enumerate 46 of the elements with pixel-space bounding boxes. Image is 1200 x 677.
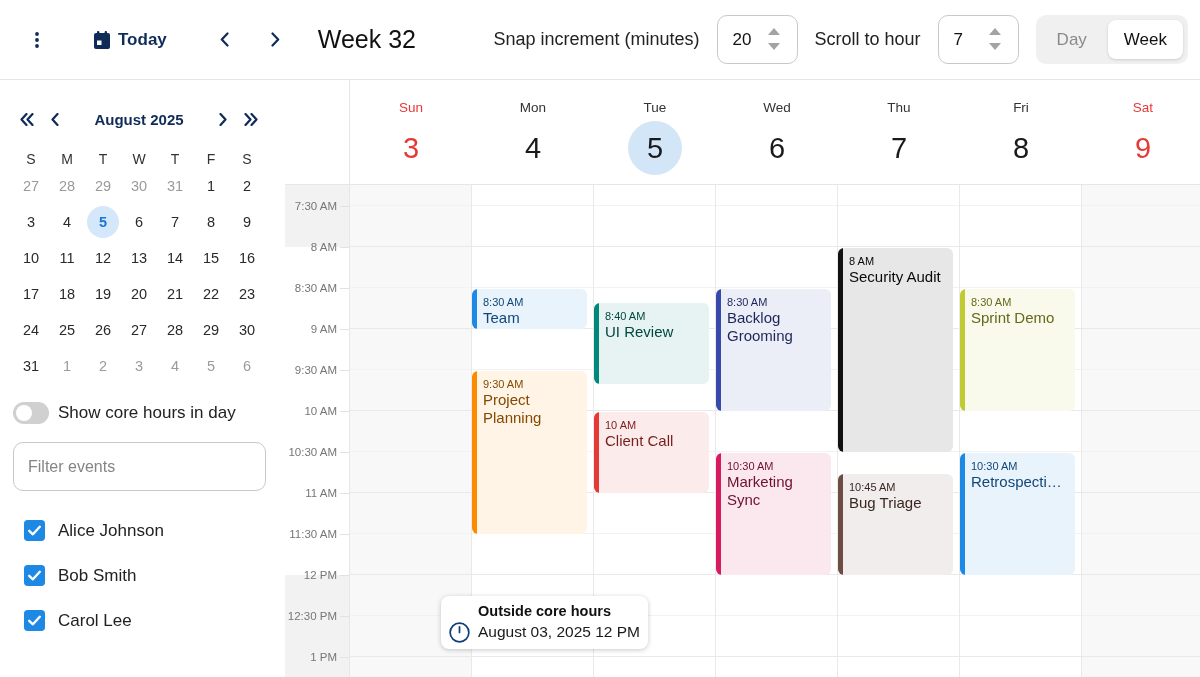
tooltip-text: August 03, 2025 12 PM: [478, 623, 640, 641]
event-title: Bug Triage: [849, 494, 922, 512]
period-title: Week 32: [317, 25, 417, 54]
event-time: 9:30 AM: [483, 377, 525, 391]
day-name: Fri: [1013, 99, 1029, 117]
event-title: Backlog Grooming: [727, 309, 794, 345]
day-name: Wed: [763, 99, 791, 117]
event-time: 10 AM: [605, 418, 638, 432]
day-name: Sun: [399, 99, 423, 117]
event-title: Team: [483, 309, 521, 327]
event-time: 10:30 AM: [727, 459, 775, 473]
event-time: 8:30 AM: [727, 295, 769, 309]
event-title: Retrospecti…: [971, 473, 1062, 491]
person-name: Alice Johnson: [58, 520, 164, 541]
day-name: Thu: [887, 99, 911, 117]
event-time: 8:40 AM: [605, 309, 647, 323]
person-name: Bob Smith: [58, 565, 137, 586]
time-label: 1 PM: [310, 650, 337, 663]
field-label: Snap increment (minutes): [493, 29, 700, 50]
weekday-label: T: [169, 150, 181, 168]
weekday-label: S: [25, 150, 37, 168]
tooltip-title: Outside core hours: [478, 602, 611, 619]
weekday-label: S: [241, 150, 253, 168]
weekday-label: T: [97, 150, 109, 168]
event-title: Marketing Sync: [727, 473, 794, 509]
event-time: 10:30 AM: [971, 459, 1019, 473]
event-title: Security Audit: [849, 268, 941, 286]
event-title: UI Review: [605, 323, 674, 341]
event-time: 10:45 AM: [849, 480, 897, 494]
event-time: 8 AM: [849, 254, 876, 268]
toggle-label: Show core hours in day: [58, 403, 236, 423]
event-title: Project Planning: [483, 391, 543, 427]
time-label: 12:30 PM: [287, 609, 337, 622]
field-label: Scroll to hour: [814, 29, 921, 50]
day-name: Mon: [519, 99, 547, 117]
event-title: Client Call: [605, 432, 674, 450]
event-time: 8:30 AM: [971, 295, 1013, 309]
event-time: 8:30 AM: [483, 295, 524, 309]
event-title: Sprint Demo: [971, 309, 1055, 327]
month-title: August 2025: [93, 110, 185, 128]
weekday-label: W: [131, 150, 147, 168]
person-name: Carol Lee: [58, 610, 132, 631]
weekday-label: M: [60, 150, 74, 168]
day-name: Sat: [1132, 99, 1154, 117]
weekday-label: F: [205, 150, 217, 168]
day-name: Tue: [643, 99, 667, 117]
